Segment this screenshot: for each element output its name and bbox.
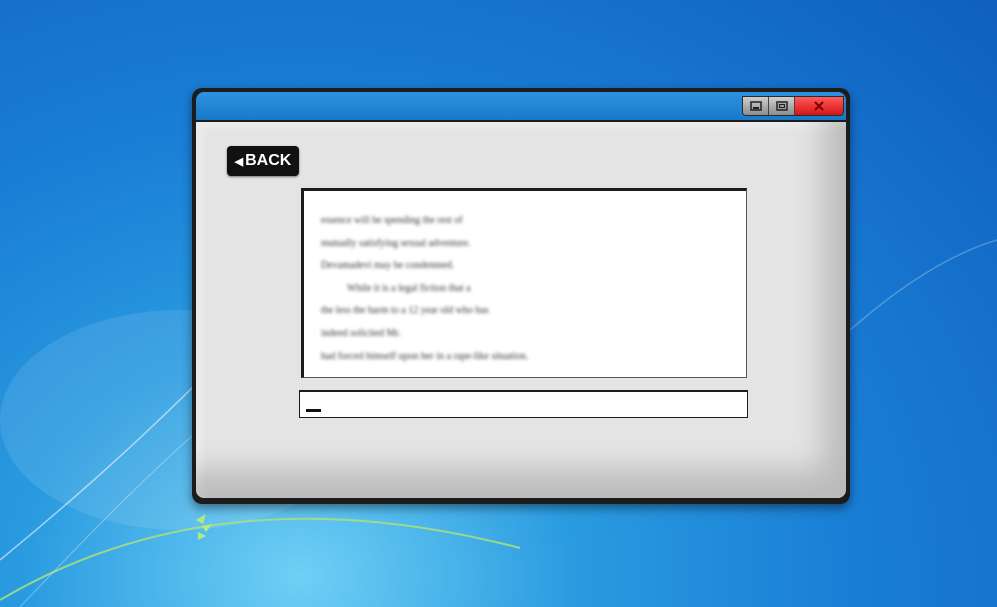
app-window: ◀ BACK essence will be spending the rest… bbox=[192, 88, 850, 504]
text-lines: essence will be spending the rest of mut… bbox=[321, 215, 528, 373]
close-icon bbox=[814, 101, 824, 111]
text-caret bbox=[306, 409, 321, 412]
text-line: While it is a legal fiction that a bbox=[347, 282, 471, 294]
text-display-panel[interactable]: essence will be spending the rest of mut… bbox=[301, 188, 747, 378]
text-line: essence will be spending the rest of bbox=[321, 215, 463, 226]
text-line: indeed solicited Mr. bbox=[321, 327, 401, 339]
command-input[interactable] bbox=[299, 390, 748, 418]
desktop: ◀ BACK essence will be spending the rest… bbox=[0, 0, 997, 607]
left-triangle-icon: ◀ bbox=[234, 155, 244, 168]
maximize-button[interactable] bbox=[769, 97, 795, 115]
text-line: the less the harm to a 12 year old who h… bbox=[321, 305, 489, 317]
maximize-icon bbox=[775, 101, 788, 111]
text-line: had forced himself upon her in a rape-li… bbox=[321, 350, 529, 362]
back-button[interactable]: ◀ BACK bbox=[227, 146, 299, 176]
minimize-icon bbox=[749, 101, 762, 111]
window-controls bbox=[742, 96, 844, 116]
minimize-button[interactable] bbox=[743, 97, 769, 115]
window-content: ◀ BACK essence will be spending the rest… bbox=[196, 122, 846, 498]
back-button-label: BACK bbox=[245, 152, 292, 169]
text-line: mutually satisfying sexual adventure. bbox=[321, 237, 471, 249]
window-titlebar[interactable] bbox=[196, 92, 846, 120]
close-button[interactable] bbox=[795, 97, 843, 115]
text-line: Devamadevi may be condemned. bbox=[321, 260, 455, 272]
